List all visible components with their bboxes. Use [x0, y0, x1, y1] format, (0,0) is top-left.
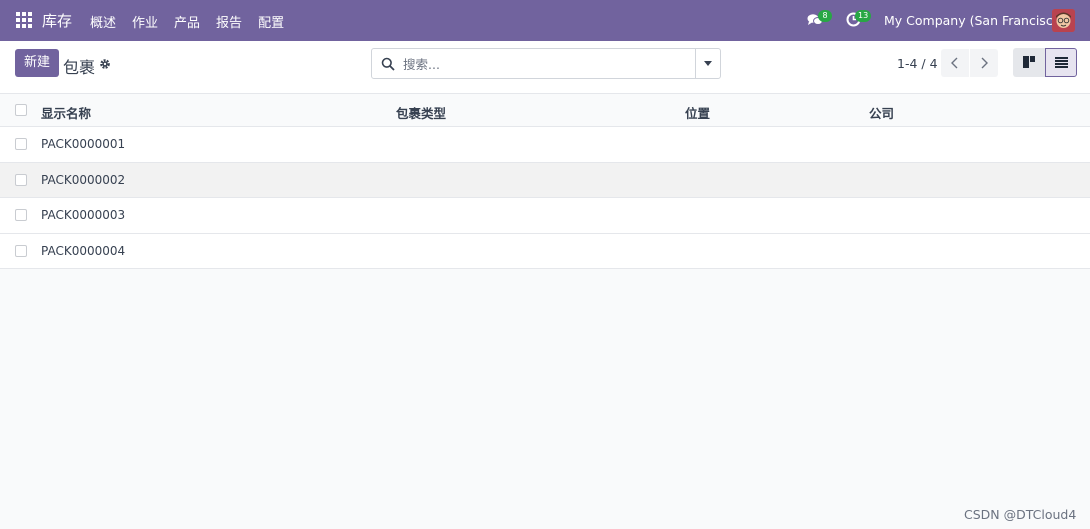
search-bar	[371, 48, 721, 79]
row-checkbox[interactable]	[15, 209, 27, 221]
app-name[interactable]: 库存	[42, 10, 72, 31]
column-header-location[interactable]: 位置	[685, 103, 710, 122]
row-display-name: PACK0000002	[41, 172, 126, 187]
table-row[interactable]: PACK0000001	[0, 127, 1090, 163]
kanban-view-button[interactable]	[1013, 48, 1045, 77]
pager-value[interactable]: 1-4 / 4	[897, 56, 938, 71]
row-display-name: PACK0000004	[41, 243, 126, 258]
table-row[interactable]: PACK0000002	[0, 162, 1090, 198]
menu-item-configuration[interactable]: 配置	[258, 12, 284, 31]
page-title: 包裹	[63, 58, 96, 77]
table-row[interactable]: PACK0000004	[0, 233, 1090, 269]
column-header-company[interactable]: 公司	[869, 103, 894, 122]
column-header-package-type[interactable]: 包裹类型	[396, 103, 446, 122]
table-header: 显示名称 包裹类型 位置 公司	[0, 94, 1090, 127]
pager-next-button[interactable]	[970, 49, 998, 77]
company-switcher[interactable]: My Company (San Francisco)	[884, 13, 1065, 28]
new-button[interactable]: 新建	[15, 49, 59, 77]
top-navbar: 库存 概述 作业 产品 报告 配置 8 13 My Company (San F…	[0, 0, 1090, 41]
apps-menu-icon[interactable]	[16, 12, 32, 28]
select-all-checkbox[interactable]	[15, 104, 27, 116]
control-panel: 新建 包裹 1-4 / 4	[0, 41, 1090, 94]
search-input[interactable]	[403, 55, 683, 73]
column-header-display-name[interactable]: 显示名称	[41, 103, 91, 122]
messages-badge: 8	[818, 10, 832, 22]
activities-badge: 13	[855, 10, 872, 22]
row-display-name: PACK0000001	[41, 137, 126, 151]
user-avatar[interactable]	[1052, 9, 1075, 32]
chevron-right-icon	[981, 57, 988, 69]
search-options-toggle[interactable]	[695, 49, 720, 78]
menu-item-reporting[interactable]: 报告	[216, 12, 242, 31]
list-icon	[1055, 57, 1068, 68]
row-checkbox[interactable]	[15, 138, 27, 150]
gear-icon[interactable]	[99, 58, 111, 70]
menu-item-overview[interactable]: 概述	[90, 12, 116, 31]
menu-item-products[interactable]: 产品	[174, 12, 200, 31]
row-checkbox[interactable]	[15, 244, 27, 257]
chevron-left-icon	[951, 57, 958, 69]
table-row[interactable]: PACK0000003	[0, 198, 1090, 234]
row-display-name: PACK0000003	[41, 208, 126, 222]
menu-item-operations[interactable]: 作业	[132, 12, 158, 31]
pager-previous-button[interactable]	[941, 49, 969, 77]
row-checkbox[interactable]	[15, 173, 27, 186]
main-menu: 概述 作业 产品 报告 配置	[90, 12, 300, 31]
packages-table: 显示名称 包裹类型 位置 公司 PACK0000001 PACK0000002 …	[0, 94, 1090, 269]
list-view-button[interactable]	[1045, 48, 1077, 77]
kanban-icon	[1023, 56, 1035, 68]
search-icon	[381, 57, 395, 71]
watermark-text: CSDN @DTCloud4	[964, 507, 1077, 522]
